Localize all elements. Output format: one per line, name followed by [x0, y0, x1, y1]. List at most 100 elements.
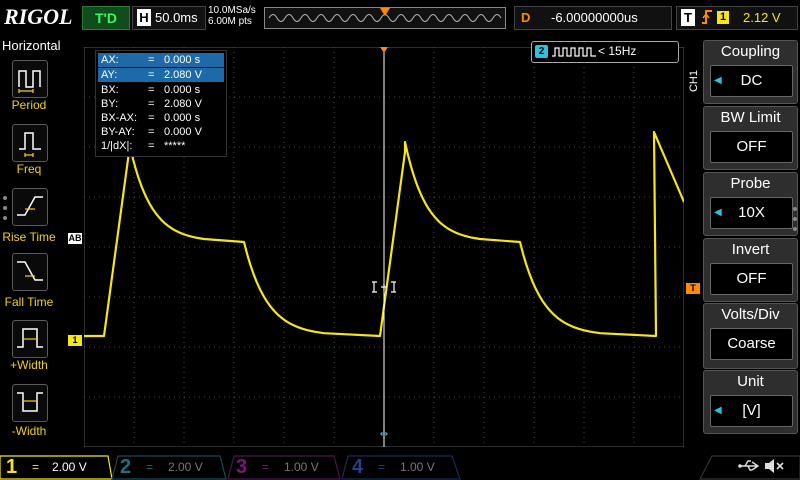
- frequency-counter-box[interactable]: 2 < 15Hz: [531, 41, 679, 63]
- delay-letter: D: [521, 10, 531, 25]
- cursor-eq: =: [148, 140, 155, 152]
- coupling-menu-item[interactable]: Coupling ◀ DC: [703, 40, 798, 104]
- positive-width-label: +Width: [10, 358, 48, 372]
- volts-div-value-box: Coarse: [710, 328, 793, 360]
- horizontal-timebase-box[interactable]: H 50.0ms: [132, 6, 206, 30]
- cursor-eq: =: [148, 84, 155, 96]
- cursor-eq: =: [148, 98, 155, 110]
- menu-page-dot: [3, 206, 7, 210]
- trigger-letter: T: [681, 9, 695, 26]
- cursor-eq: =: [148, 112, 155, 124]
- probe-title: Probe: [730, 175, 771, 192]
- channel-1-coupling: =: [32, 460, 40, 474]
- cursor-key: BY-AY:: [101, 126, 135, 138]
- invert-value-box: OFF: [710, 263, 793, 295]
- acquisition-info: 10.0MSa/s 6.00M pts: [208, 5, 256, 27]
- frequency-channel-badge: 2: [535, 45, 548, 58]
- cursor-row-by-ay: BY-AY: = 0.000 V: [98, 125, 224, 139]
- volts-div-menu-item[interactable]: Volts/Div Coarse: [703, 303, 798, 369]
- trigger-level-marker[interactable]: T: [686, 283, 700, 294]
- channel-3-scale: 1.00 V: [284, 460, 319, 474]
- channel-3-coupling: =: [262, 460, 270, 474]
- fall-time-label: Fall Time: [4, 295, 54, 309]
- cursor-row-bx: BX: = 0.000 s: [98, 83, 224, 97]
- bw-limit-value: OFF: [736, 138, 767, 155]
- unit-menu-item[interactable]: Unit ◀ [V]: [703, 370, 798, 434]
- trigger-source-badge: 1: [717, 11, 729, 24]
- pulse-train-icon: [552, 47, 596, 57]
- horizontal-letter: H: [137, 9, 151, 26]
- channel-2-tab[interactable]: 2 = 2.00 V: [120, 456, 224, 478]
- frequency-label: Freq: [16, 162, 42, 176]
- horizontal-delay-box[interactable]: D -6.00000000us: [514, 6, 672, 30]
- channel-1-tab[interactable]: 1 = 2.00 V: [6, 456, 112, 478]
- speaker-mute-icon[interactable]: [762, 456, 786, 476]
- cursor-value: *****: [164, 140, 186, 152]
- menu-page-dot: [793, 207, 797, 211]
- memory-depth: 6.00M pts: [208, 16, 252, 27]
- cursor-readout-panel: AX: = 0.000 s AY: = 2.080 V BX: = 0.000 …: [95, 50, 227, 157]
- brand-logo: RIGOL: [4, 4, 73, 29]
- period-button[interactable]: [12, 60, 48, 98]
- negative-width-button[interactable]: [12, 384, 48, 422]
- cursor-value: 0.000 s: [164, 112, 201, 124]
- channel-4-coupling: =: [378, 460, 386, 474]
- probe-value-box: ◀ 10X: [710, 197, 793, 229]
- menu-page-dot: [793, 217, 797, 221]
- channel-3-number: 3: [236, 456, 248, 478]
- cursor-eq: =: [148, 69, 155, 81]
- probe-menu-item[interactable]: Probe ◀ 10X: [703, 172, 798, 236]
- channel-1-number: 1: [6, 456, 18, 478]
- cursor-eq: =: [148, 54, 155, 66]
- trigger-time-marker-icon[interactable]: [380, 47, 388, 53]
- trigger-position-marker-icon[interactable]: [380, 8, 390, 16]
- bw-limit-title: BW Limit: [720, 109, 781, 126]
- usb-icon: [738, 460, 760, 471]
- left-menu-title: Horizontal: [2, 38, 61, 53]
- cursor-key: 1/|dX|:: [101, 140, 133, 152]
- cursor-key: AX:: [101, 54, 119, 66]
- cursor-value: 0.000 V: [164, 126, 202, 138]
- cursor-value: 0.000 s: [164, 84, 201, 96]
- period-icon: [18, 70, 41, 93]
- cursor-key: BX-AX:: [101, 112, 138, 124]
- bw-limit-menu-item[interactable]: BW Limit OFF: [703, 106, 798, 170]
- positive-width-button[interactable]: [12, 320, 48, 358]
- cursor-row-ax: AX: = 0.000 s: [98, 53, 224, 67]
- coupling-value-box: ◀ DC: [710, 65, 793, 97]
- menu-page-dot: [793, 227, 797, 231]
- negative-width-label: -Width: [11, 424, 47, 438]
- cursor-b-tag: B: [75, 233, 82, 243]
- invert-title: Invert: [731, 241, 770, 258]
- volts-div-value: Coarse: [727, 335, 776, 352]
- delay-value: -6.00000000us: [551, 10, 638, 25]
- invert-menu-item[interactable]: Invert OFF: [703, 238, 798, 302]
- cursor-value: 2.080 V: [164, 69, 202, 81]
- frequency-value: < 15Hz: [598, 44, 637, 58]
- unit-title: Unit: [737, 373, 764, 390]
- unit-value: [V]: [742, 402, 761, 419]
- channel-2-number: 2: [120, 456, 132, 478]
- trigger-settings-box[interactable]: T 1 2.12 V: [676, 6, 798, 30]
- fall-time-button[interactable]: [12, 253, 48, 291]
- menu-page-dot: [3, 196, 7, 200]
- volts-div-title: Volts/Div: [721, 306, 780, 323]
- horizontal-arrows-icon: ↔: [380, 429, 388, 440]
- rise-time-button[interactable]: [12, 188, 48, 226]
- frequency-button[interactable]: [12, 124, 48, 162]
- cursor-key: AY:: [101, 69, 118, 81]
- cursor-ab-level-marker[interactable]: AB: [68, 233, 82, 244]
- negative-width-icon: [17, 392, 43, 412]
- channel-3-tab[interactable]: 3 = 1.00 V: [236, 456, 336, 478]
- cursor-value: 0.000 s: [164, 54, 201, 66]
- cursor-key: BX:: [101, 84, 119, 96]
- channel-4-tab[interactable]: 4 = 1.00 V: [352, 456, 452, 478]
- coupling-title: Coupling: [720, 43, 781, 60]
- fall-time-icon: [17, 261, 43, 281]
- channel-2-scale: 2.00 V: [168, 460, 203, 474]
- cursor-row-ay: AY: = 2.080 V: [98, 68, 224, 82]
- sample-rate: 10.0MSa/s: [208, 5, 256, 16]
- rising-edge-icon: [701, 8, 713, 30]
- channel-1-ground-marker[interactable]: 1: [68, 335, 82, 346]
- cursor-row-inverse-dx: 1/|dX|: = *****: [98, 139, 224, 153]
